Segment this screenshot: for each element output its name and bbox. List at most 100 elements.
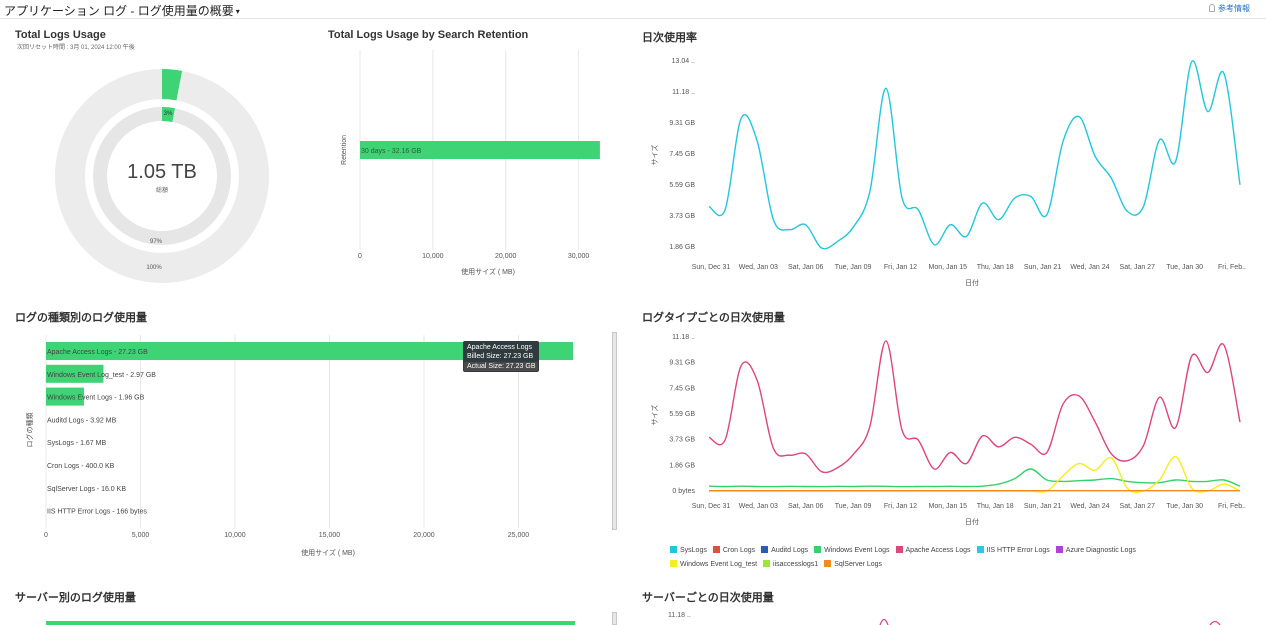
legend-swatch: [670, 560, 677, 567]
legend-item[interactable]: Windows Event Logs: [814, 544, 890, 558]
legend-swatch: [761, 546, 769, 553]
by-server-bar[interactable]: [46, 621, 575, 625]
retention-bar-label: 30 days - 32.16 GB: [361, 148, 422, 155]
legend-item[interactable]: SysLogs: [670, 544, 707, 558]
legend-item[interactable]: iisaccesslogs1: [763, 558, 818, 572]
daily-by-type-y-tick: 9.31 GB: [669, 360, 695, 367]
daily-by-server-line: [879, 618, 889, 625]
daily-by-server-chart: [879, 618, 1221, 625]
daily-by-type-x-tick: Fri, Jan 12: [884, 503, 917, 510]
daily-by-type-y-tick: 3.73 GB: [669, 437, 695, 444]
retention-y-axis-label: Retention: [341, 135, 348, 165]
by-server-title: サーバー別のログ使用量: [15, 592, 136, 604]
legend-item[interactable]: SqlServer Logs: [824, 558, 882, 572]
by-type-scrollbar[interactable]: [612, 332, 617, 530]
legend-label: Apache Access Logs: [905, 547, 971, 554]
legend-swatch: [895, 546, 903, 553]
legend-swatch: [670, 546, 677, 553]
legend-label: IIS HTTP Error Logs: [986, 547, 1050, 554]
daily-usage-x-tick: Fri, Jan 12: [884, 264, 917, 271]
legend-swatch: [976, 546, 984, 553]
daily-usage-series-line: [708, 60, 1241, 250]
legend-item[interactable]: Cron Logs: [712, 544, 756, 558]
daily-by-type-x-tick: Thu, Jan 18: [977, 503, 1014, 510]
daily-by-type-legend: SysLogs Cron Logs Auditd Logs Windows Event…: [670, 544, 1230, 572]
by-type-bar-label: SysLogs - 1.67 MB: [47, 440, 106, 447]
legend-item[interactable]: Apache Access Logs: [895, 544, 971, 558]
daily-by-type-y-tick: 7.45 GB: [669, 385, 695, 392]
daily-by-type-x-tick: Sun, Dec 31: [692, 503, 731, 510]
by-type-bar-label: Auditd Logs - 3.92 MB: [47, 417, 117, 424]
legend-label: Cron Logs: [722, 547, 756, 554]
tooltip-billed: Billed Size: 27.23 GB: [467, 353, 534, 360]
legend-label: Windows Event Logs: [824, 547, 890, 554]
legend-item[interactable]: Azure Diagnostic Logs: [1055, 544, 1136, 558]
donut-outer-pct-label: 100%: [146, 265, 162, 271]
daily-usage-x-tick: Sun, Jan 21: [1024, 264, 1061, 271]
total-usage-donut: 1.05 TB 総額 3% 97% 100%: [55, 69, 269, 283]
legend-item[interactable]: Windows Event Log_test: [670, 558, 757, 572]
by-type-x-tick: 10,000: [224, 532, 246, 539]
by-type-x-tick: 15,000: [319, 532, 341, 539]
by-type-bar-label: Apache Access Logs - 27.23 GB: [47, 349, 148, 356]
legend-swatch: [763, 560, 771, 567]
donut-used-pct-label: 3%: [164, 111, 173, 117]
retention-x-tick: 0: [358, 253, 362, 260]
daily-by-type-x-tick: Fri, Feb..: [1218, 503, 1246, 510]
donut-remain-pct-label: 97%: [150, 239, 163, 245]
help-link-label: 参考情報: [1218, 4, 1250, 13]
daily-by-type-x-tick: Sat, Jan 27: [1120, 503, 1156, 510]
by-type-x-tick: 5,000: [132, 532, 150, 539]
legend-item[interactable]: IIS HTTP Error Logs: [976, 544, 1050, 558]
daily-by-type-x-tick: Tue, Jan 09: [835, 503, 872, 510]
legend-swatch: [1055, 546, 1063, 553]
legend-label: Azure Diagnostic Logs: [1065, 547, 1136, 554]
daily-usage-y-tick: 9.31 GB: [669, 120, 695, 127]
daily-usage-x-tick: Sun, Dec 31: [692, 264, 731, 271]
daily-usage-x-tick: Tue, Jan 09: [835, 264, 872, 271]
daily-usage-y-tick: 11.18 ..: [672, 89, 695, 96]
by-type-x-tick: 25,000: [508, 532, 530, 539]
by-type-x-axis-label: 使用サイズ ( MB): [301, 548, 355, 557]
legend-label: Auditd Logs: [771, 547, 809, 554]
by-server-scrollbar[interactable]: [612, 612, 617, 625]
daily-by-type-y-tick: 5.59 GB: [669, 411, 695, 418]
legend-swatch: [824, 560, 832, 567]
daily-usage-x-tick: Thu, Jan 18: [977, 264, 1014, 271]
daily-usage-x-tick: Mon, Jan 15: [929, 264, 968, 271]
daily-by-type-x-tick: Tue, Jan 30: [1166, 503, 1203, 510]
daily-by-type-chart: サイズ 日付 0 bytes 1.86 GB 3.73 GB 5.59 GB 7.45 …: [650, 334, 1246, 526]
help-link[interactable]: 参考情報: [1209, 3, 1250, 14]
daily-by-server-line: [1209, 620, 1221, 625]
daily-by-type-series-line: [708, 340, 1241, 474]
legend-item[interactable]: Auditd Logs: [761, 544, 808, 558]
retention-x-tick: 30,000: [568, 253, 590, 260]
daily-usage-y-axis-label: サイズ: [650, 145, 659, 166]
tooltip-actual: Actual Size: 27.23 GB: [464, 362, 539, 371]
daily-usage-x-axis-label: 日付: [965, 278, 979, 287]
legend-label: SysLogs: [680, 547, 707, 554]
by-type-y-axis-label: ログの種類: [25, 413, 34, 448]
daily-by-type-title: ログタイプごとの日次使用量: [642, 312, 785, 324]
daily-usage-title: 日次使用率: [642, 32, 697, 44]
by-type-bar-label: Windows Event Log_test - 2.97 GB: [47, 372, 156, 379]
legend-label: Windows Event Log_test: [680, 561, 758, 568]
by-type-bar-label: Cron Logs - 400.0 KB: [47, 463, 115, 470]
legend-swatch: [814, 546, 822, 553]
retention-chart: Retention 使用サイズ ( MB) 0 10,000 20,000 30,00…: [341, 50, 600, 276]
daily-by-server-title: サーバーごとの日次使用量: [642, 592, 774, 604]
daily-by-type-x-axis-label: 日付: [965, 517, 979, 526]
daily-usage-x-tick: Sat, Jan 06: [788, 264, 824, 271]
daily-usage-y-tick: 1.86 GB: [669, 244, 695, 251]
retention-x-axis-label: 使用サイズ ( MB): [461, 267, 515, 276]
by-type-x-tick: 0: [44, 532, 48, 539]
daily-usage-x-tick: Wed, Jan 03: [739, 264, 778, 271]
daily-by-type-x-tick: Sun, Jan 21: [1024, 503, 1061, 510]
retention-x-tick: 10,000: [422, 253, 444, 260]
by-type-bar-label: Windows Event Logs - 1.96 GB: [47, 395, 145, 402]
daily-usage-y-tick: 7.45 GB: [669, 151, 695, 158]
by-type-bar-label: SqlServer Logs - 16.0 KB: [47, 486, 126, 493]
by-type-bar-label: IIS HTTP Error Logs - 166 bytes: [47, 509, 147, 516]
daily-by-type-y-tick: 1.86 GB: [669, 462, 695, 469]
daily-usage-chart: サイズ 日付 1.86 GB 3.73 GB 5.59 GB 7.45 GB 9.31 …: [650, 58, 1246, 287]
